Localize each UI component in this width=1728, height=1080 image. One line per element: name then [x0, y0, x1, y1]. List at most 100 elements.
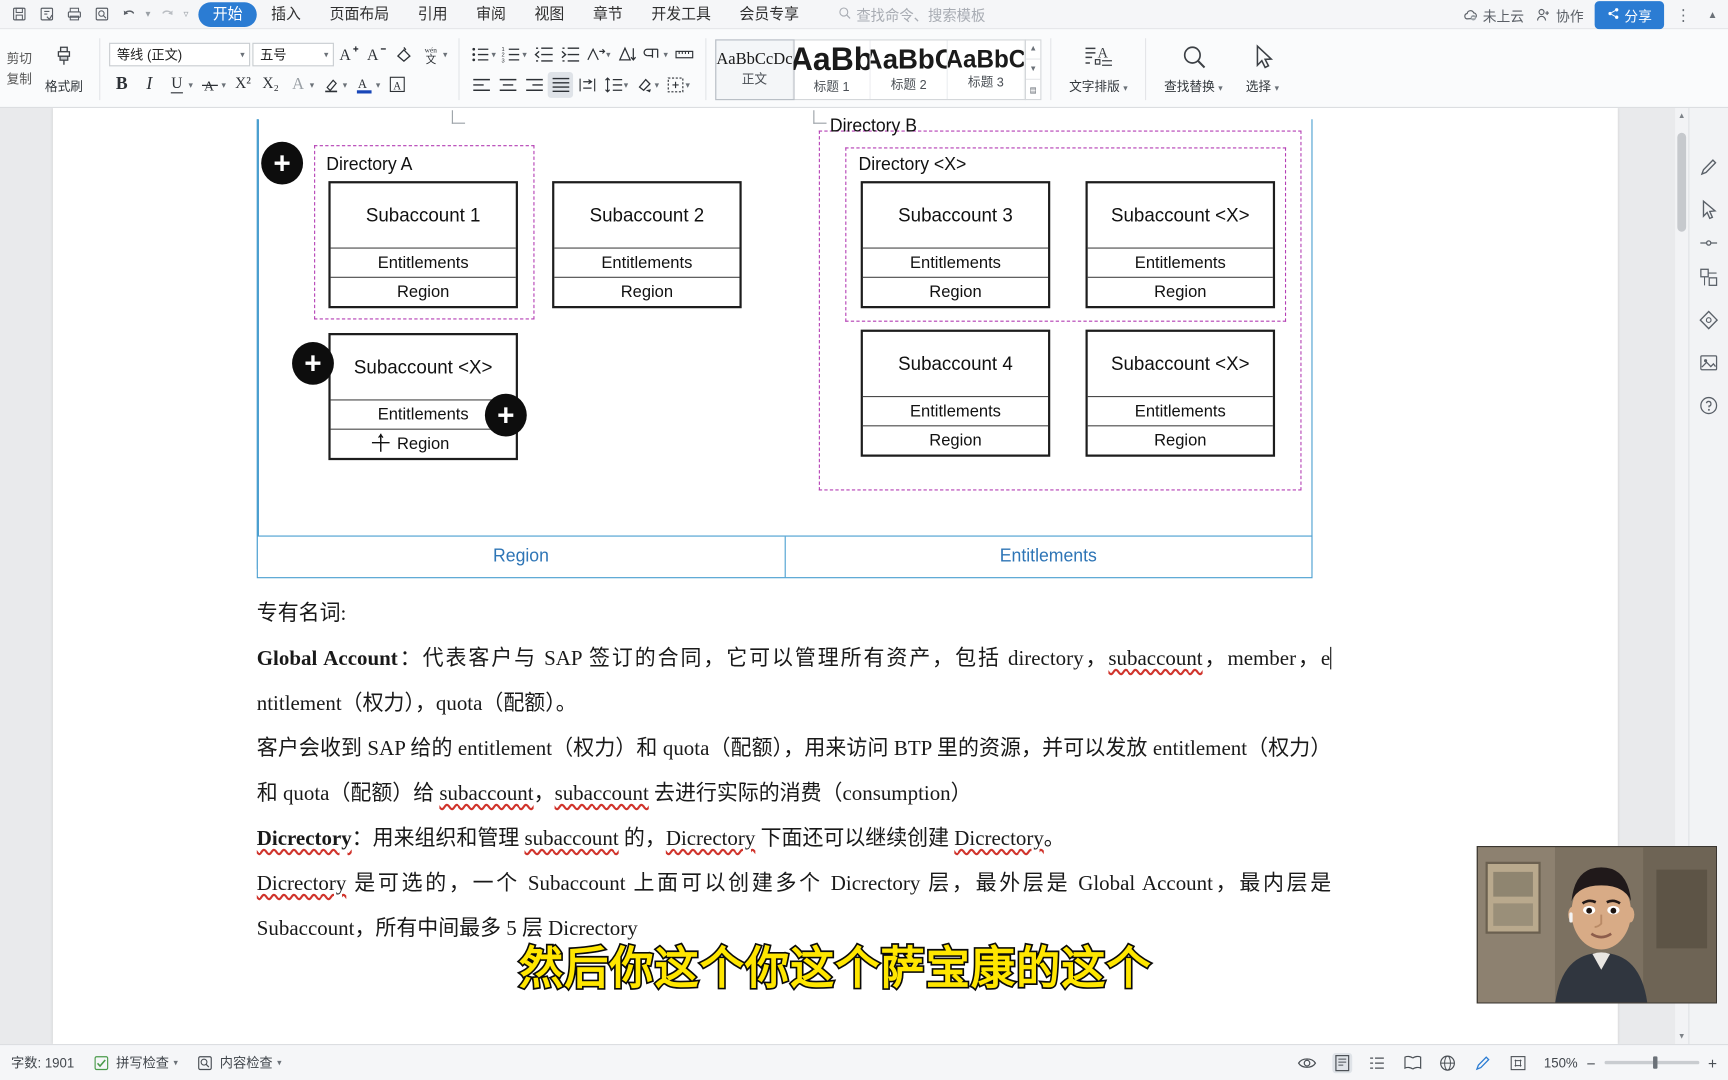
image-tools-icon[interactable]	[1695, 349, 1721, 376]
tab-page-layout[interactable]: 页面布局	[315, 2, 403, 27]
save-icon[interactable]	[7, 3, 31, 26]
character-border-icon[interactable]: A	[385, 71, 410, 97]
sort-icon[interactable]	[614, 41, 639, 67]
show-ruler-icon[interactable]	[671, 41, 696, 67]
pinyin-guide-icon[interactable]: wén 文	[419, 41, 444, 67]
zoom-slider-knob[interactable]	[1652, 1056, 1658, 1069]
customize-qat-icon[interactable]: ▿	[184, 8, 189, 20]
diamond-icon[interactable]	[1695, 306, 1721, 333]
print-icon[interactable]	[62, 3, 86, 26]
increase-indent-icon[interactable]	[557, 41, 582, 67]
zoom-out-button[interactable]: −	[1587, 1054, 1596, 1072]
shading-icon[interactable]	[632, 71, 657, 97]
scroll-up-arrow[interactable]: ▲	[1675, 108, 1688, 124]
tab-member[interactable]: 会员专享	[725, 2, 813, 27]
word-count[interactable]: 字数: 1901	[11, 1053, 74, 1072]
tab-start[interactable]: 开始	[198, 1, 257, 27]
font-size-combo[interactable]: 五号 ▾	[252, 42, 334, 66]
style-heading-3[interactable]: AaBbC 标题 3	[948, 39, 1025, 99]
print-preview-icon[interactable]	[89, 3, 113, 26]
page-view-icon[interactable]	[1332, 1052, 1353, 1073]
save-as-icon[interactable]	[34, 3, 58, 26]
styles-scroll-down[interactable]: ▼	[1026, 59, 1041, 81]
share-button[interactable]: 分享	[1594, 0, 1665, 29]
eye-protection-icon[interactable]	[1297, 1052, 1317, 1072]
show-formatting-marks-icon[interactable]	[640, 41, 665, 67]
collaborate-button[interactable]: 协作	[1535, 4, 1584, 25]
copy-label[interactable]: 复制	[7, 69, 38, 89]
annotate-icon[interactable]	[1473, 1052, 1493, 1072]
italic-icon[interactable]: I	[137, 71, 162, 97]
align-justify-icon[interactable]	[547, 71, 574, 98]
spell-check[interactable]: 拼写检查 ▾	[92, 1052, 178, 1072]
text-effects-icon[interactable]: A	[285, 71, 310, 97]
font-family-combo[interactable]: 等线 (正文) ▾	[109, 42, 251, 66]
tab-review[interactable]: 审阅	[462, 2, 520, 27]
underline-icon[interactable]: U	[164, 71, 189, 97]
fit-window-icon[interactable]	[1509, 1052, 1529, 1072]
superscript-icon[interactable]: X²	[230, 71, 255, 97]
command-search[interactable]: 查找命令、搜索模板	[838, 3, 985, 24]
redo-icon[interactable]	[155, 3, 179, 26]
strikethrough-icon[interactable]: A	[197, 71, 222, 97]
document-page[interactable]: Directory A Subaccount 1 Entitlements Re…	[52, 108, 1618, 1044]
highlight-color-icon[interactable]	[319, 71, 344, 97]
multilevel-list-icon[interactable]	[583, 41, 608, 67]
spell-check-caret[interactable]: ▾	[173, 1058, 177, 1068]
align-left-icon[interactable]	[468, 71, 493, 97]
styles-scroll-up[interactable]: ▲	[1026, 39, 1041, 60]
style-heading-2[interactable]: AaBbC 标题 2	[871, 39, 948, 99]
web-view-icon[interactable]	[1438, 1052, 1458, 1072]
tab-insert[interactable]: 插入	[257, 2, 315, 27]
text-layout-button[interactable]: A 文字排版 ▾	[1060, 43, 1136, 96]
plus-badge-subaccount-x[interactable]: +	[292, 342, 334, 385]
align-center-icon[interactable]	[495, 71, 520, 97]
format-painter-button[interactable]: 格式刷	[37, 43, 90, 95]
content-check[interactable]: 内容检查 ▾	[196, 1052, 282, 1072]
scrollbar-thumb[interactable]	[1677, 132, 1687, 232]
numbering-icon[interactable]: 123	[499, 41, 524, 67]
cloud-status[interactable]: 未上云	[1462, 4, 1524, 25]
shapes-icon[interactable]	[1695, 263, 1721, 290]
cursor-select-icon[interactable]	[1695, 196, 1721, 223]
clear-formatting-icon[interactable]	[391, 41, 416, 67]
decrease-indent-icon[interactable]	[530, 41, 555, 67]
plus-badge-directory-a[interactable]: +	[261, 141, 304, 185]
tab-view[interactable]: 视图	[520, 2, 578, 27]
subscript-icon[interactable]: X₂	[258, 71, 283, 97]
font-color-icon[interactable]: A	[352, 71, 377, 97]
bold-icon[interactable]: B	[109, 71, 134, 97]
align-right-icon[interactable]	[521, 71, 546, 97]
more-options-icon[interactable]: ⋮	[1675, 5, 1693, 24]
scroll-down-arrow[interactable]: ▼	[1675, 1028, 1688, 1044]
zoom-level-label[interactable]: 150%	[1544, 1055, 1578, 1071]
undo-dropdown-caret[interactable]: ▾	[145, 8, 150, 20]
plus-badge-entitlements[interactable]: +	[484, 393, 527, 437]
line-spacing-icon[interactable]	[601, 71, 626, 97]
bullets-icon[interactable]	[468, 41, 493, 67]
content-check-caret[interactable]: ▾	[277, 1058, 281, 1068]
distribute-align-icon[interactable]	[574, 71, 599, 97]
reading-view-icon[interactable]	[1403, 1052, 1423, 1072]
style-heading-1[interactable]: AaBb 标题 1	[794, 39, 871, 99]
style-body[interactable]: AaBbCcDc 正文	[715, 38, 795, 100]
styles-expand[interactable]: ▤	[1026, 80, 1040, 99]
document-body[interactable]: 专有名词: Global Account：代表客户与 SAP 签订的合同，它可以…	[257, 592, 1332, 952]
card-subaccount-4: Subaccount 4 Entitlements Region	[860, 329, 1051, 457]
undo-icon[interactable]	[117, 3, 141, 26]
tab-sections[interactable]: 章节	[579, 2, 637, 27]
borders-icon[interactable]	[662, 71, 687, 97]
cut-label[interactable]: 剪切	[7, 49, 38, 69]
collapse-ribbon-icon[interactable]: ▲	[1704, 6, 1722, 24]
select-button[interactable]: 选择 ▾	[1232, 43, 1294, 96]
help-icon[interactable]	[1695, 392, 1721, 419]
shrink-font-icon[interactable]: A	[364, 41, 389, 67]
tab-references[interactable]: 引用	[403, 2, 461, 27]
pen-tool-icon[interactable]	[1695, 153, 1721, 180]
find-replace-button[interactable]: 查找替换 ▾	[1155, 43, 1231, 96]
zoom-slider[interactable]	[1604, 1056, 1700, 1069]
grow-font-icon[interactable]: A	[336, 41, 361, 67]
outline-view-icon[interactable]	[1368, 1052, 1388, 1072]
zoom-in-button[interactable]: +	[1708, 1054, 1717, 1072]
tab-developer[interactable]: 开发工具	[637, 2, 725, 27]
